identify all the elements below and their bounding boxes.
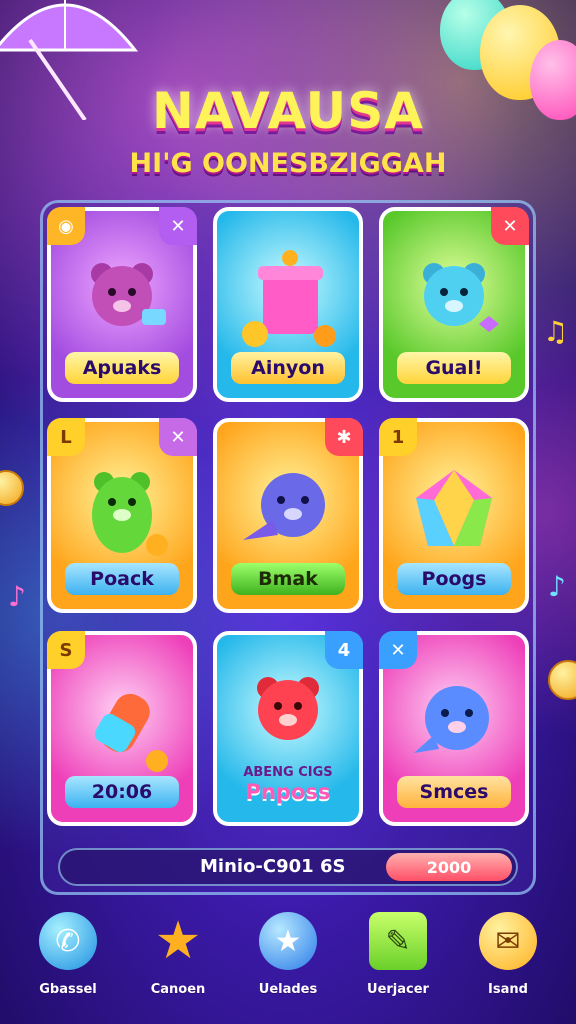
close-icon[interactable]: ✕ [379, 631, 417, 669]
card-label: Bmak [231, 563, 345, 595]
creature-icon [227, 452, 349, 567]
status-bar: Minio-C901 6S 2000 [58, 848, 518, 886]
card-3[interactable]: ✕ Gual! [379, 207, 529, 402]
card-label: Poack [65, 563, 179, 595]
nav-item-isand[interactable]: ✉ Isand [458, 912, 558, 997]
bear-icon [61, 241, 183, 356]
card-label: Apuaks [65, 352, 179, 384]
music-note-icon: ♪ [8, 580, 26, 613]
jar-icon [227, 241, 349, 356]
card-2[interactable]: Ainyon [213, 207, 363, 402]
settings-icon[interactable]: ✱ [325, 418, 363, 456]
nav-label: Canoen [150, 982, 206, 997]
card-6[interactable]: 1 Poogs [379, 418, 529, 613]
close-icon[interactable]: ✕ [491, 207, 529, 245]
close-icon[interactable]: ✕ [159, 207, 197, 245]
star-icon: ★ [154, 911, 202, 971]
card-7[interactable]: S 20:06 [47, 631, 197, 826]
score-pill[interactable]: 2000 [386, 853, 512, 881]
game-subtitle: HI'G OONESBZIGGAH [129, 148, 447, 179]
gem-icon [393, 452, 515, 567]
card-label: Pnposs [245, 780, 331, 804]
chat-icon: ✉ [479, 912, 537, 970]
card-4[interactable]: L ✕ Poack [47, 418, 197, 613]
card-number-badge: S [47, 631, 85, 669]
star-badge-icon: ★ [259, 912, 317, 970]
music-note-icon: ♫ [543, 315, 569, 348]
nav-item-uerjacer[interactable]: ✎ Uerjacer [348, 912, 448, 997]
card-label: Poogs [397, 563, 511, 595]
bear-icon [227, 665, 349, 760]
card-number-badge: L [47, 418, 85, 456]
creature-icon [393, 665, 515, 780]
card-label: Ainyon [231, 352, 345, 384]
coin-icon: ◉ [47, 207, 85, 245]
bear-icon [393, 241, 515, 356]
nav-label: Uerjacer [367, 982, 429, 997]
card-label: Gual! [397, 352, 511, 384]
card-number-badge: 1 [379, 418, 417, 456]
music-note-icon: ♪ [548, 570, 566, 603]
card-label: Smces [397, 776, 511, 808]
nav-label: Uelades [258, 982, 318, 997]
bear-icon [61, 452, 183, 567]
card-1[interactable]: ◉ ✕ Apuaks [47, 207, 197, 402]
game-title: NAVAUSA [152, 82, 424, 140]
card-number-badge: 4 [325, 631, 363, 669]
close-icon[interactable]: ✕ [159, 418, 197, 456]
nav-item-gbassel[interactable]: ✆ Gbassel [18, 912, 118, 997]
notepad-icon: ✎ [369, 912, 427, 970]
nav-item-uelades[interactable]: ★ Uelades [238, 912, 338, 997]
bottom-nav: ✆ Gbassel ★ Canoen ★ Uelades ✎ Uerjacer … [0, 911, 576, 1012]
status-text: Minio-C901 6S [200, 856, 346, 877]
nav-label: Gbassel [39, 982, 97, 997]
rocket-icon [61, 665, 183, 780]
phone-icon: ✆ [39, 912, 97, 970]
nav-label: Isand [488, 982, 528, 997]
card-label: 20:06 [65, 776, 179, 808]
card-9[interactable]: ✕ Smces [379, 631, 529, 826]
card-board: ◉ ✕ Apuaks Ainyon ✕ Gual! L ✕ Poack ✱ Bm… [40, 200, 536, 895]
card-5[interactable]: ✱ Bmak [213, 418, 363, 613]
nav-item-canoen[interactable]: ★ Canoen [128, 911, 228, 997]
card-8[interactable]: 4 ABENG CIGS Pnposs [213, 631, 363, 826]
